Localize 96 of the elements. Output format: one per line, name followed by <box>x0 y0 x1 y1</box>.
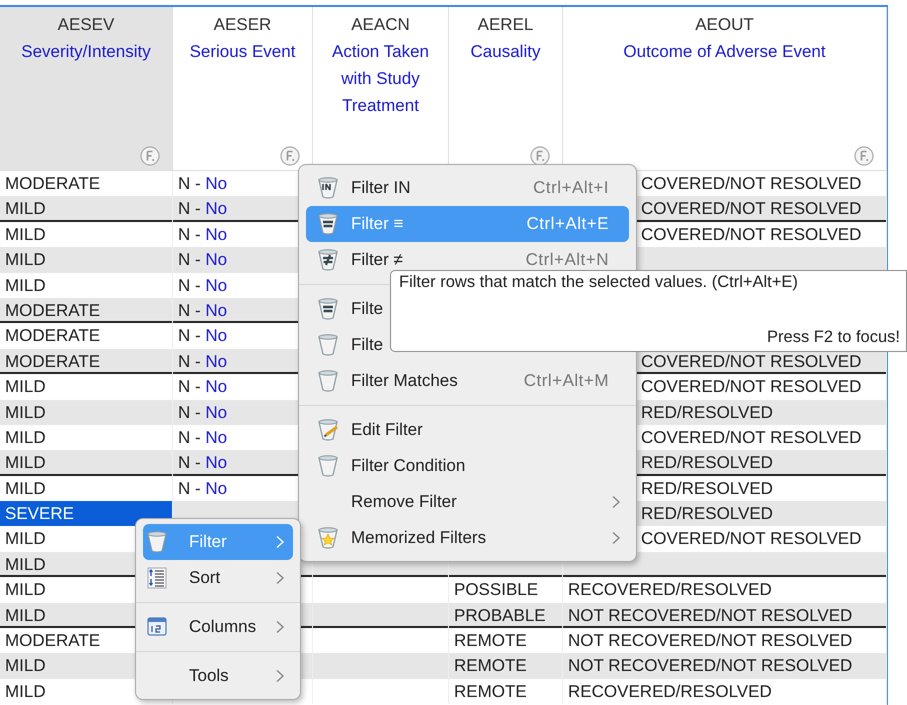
cell-text: N - No <box>178 250 228 270</box>
cell-text: MILD <box>5 199 46 218</box>
cell-text: N - No <box>178 478 228 498</box>
cell-text: POSSIBLE <box>454 580 538 600</box>
column-label: Severity/Intensity <box>21 42 151 61</box>
shortcut-text: Ctrl+Alt+E <box>526 214 609 234</box>
cell-text: COVERED/NOT RESOLVED <box>641 529 862 548</box>
tooltip-hint: Press F2 to focus! <box>767 328 900 347</box>
column-code: AEOUT <box>695 15 754 34</box>
shortcut-text: Ctrl+Alt+I <box>533 178 609 198</box>
cell-text: COVERED/NOT RESOLVED <box>641 352 862 371</box>
filter-icon[interactable] <box>280 146 300 166</box>
column-code: AESEV <box>58 15 114 34</box>
menu-item[interactable]: Filter Matches Ctrl+Alt+M <box>306 363 629 399</box>
column-label: Causality <box>470 42 540 61</box>
menu-item[interactable]: Columns <box>143 609 293 645</box>
cell-text: N - No <box>178 453 228 472</box>
column-header[interactable]: AESEV Severity/Intensity <box>0 7 173 170</box>
cell-text: RECOVERED/RESOLVED <box>568 682 772 701</box>
cell-text: MILD <box>5 453 46 472</box>
cell-text: MILD <box>5 580 46 600</box>
cell-text: N - No <box>178 276 228 295</box>
funnel-cup-icon <box>317 369 339 393</box>
menu-item[interactable]: Edit Filter <box>306 412 629 448</box>
menu-item[interactable]: Memorized Filters <box>306 520 629 556</box>
cell-text: MILD <box>5 402 46 422</box>
cell-text: MILD <box>5 554 46 574</box>
funnel-cup-icon <box>317 212 339 236</box>
cell-text: MILD <box>5 276 46 295</box>
column-label: Serious Event <box>190 42 296 61</box>
filter-icon[interactable] <box>140 146 160 166</box>
cell-text: RED/RESOLVED <box>641 478 773 498</box>
cell-text: COVERED/NOT RESOLVED <box>641 199 862 218</box>
column-label: Outcome of Adverse Event <box>623 42 826 61</box>
cell-text: RECOVERED/RESOLVED <box>568 580 772 600</box>
cell-text: N - No <box>178 300 228 320</box>
cell-text: REMOTE <box>454 682 527 701</box>
funnel-cup-icon <box>317 454 339 478</box>
funnel-cup-icon <box>146 530 168 554</box>
cell-text: PROBABLE <box>454 606 546 625</box>
cell-text: MILD <box>5 250 46 270</box>
cell-text: REMOTE <box>454 656 527 676</box>
cell-text: N - No <box>178 224 228 244</box>
cell-text: MODERATE <box>5 326 100 346</box>
cell-text: N - No <box>178 326 228 346</box>
cell-text: MODERATE <box>5 174 100 193</box>
cell-text: MILD <box>5 529 46 548</box>
cell-text: COVERED/NOT RESOLVED <box>641 174 862 193</box>
cell-text: COVERED/NOT RESOLVED <box>641 428 862 447</box>
cell-text: N - No <box>178 352 228 371</box>
funnel-cup-icon <box>317 176 339 200</box>
shortcut-text: Ctrl+Alt+M <box>524 371 609 391</box>
cell-text: MILD <box>5 656 46 676</box>
cell-text: NOT RECOVERED/NOT RESOLVED <box>568 606 852 625</box>
menu-item[interactable]: Tools <box>143 658 293 694</box>
cell-text: COVERED/NOT RESOLVED <box>641 224 862 244</box>
cell-text: MILD <box>5 377 46 396</box>
funnel-cup-icon <box>317 333 339 357</box>
menu-item[interactable]: Remove Filter <box>306 484 629 520</box>
funnel-cup-icon <box>317 248 339 272</box>
cell-text: NOT RECOVERED/NOT RESOLVED <box>568 656 852 676</box>
cell-text: N - No <box>178 402 228 422</box>
cell-text: N - No <box>178 377 228 396</box>
column-code: AEREL <box>478 15 534 34</box>
column-code: AESER <box>214 15 272 34</box>
table-cell[interactable]: SEVERE <box>0 501 173 526</box>
cell-text: RED/RESOLVED <box>641 402 773 422</box>
cell-text: N - No <box>178 174 228 193</box>
cell-text: MODERATE <box>5 631 100 650</box>
sort-icon <box>146 566 168 590</box>
cell-text: MILD <box>5 224 46 244</box>
filter-icon[interactable] <box>854 146 874 166</box>
cell-text: NOT RECOVERED/NOT RESOLVED <box>568 631 852 650</box>
menu-item[interactable]: Filter IN Ctrl+Alt+I <box>306 170 629 206</box>
menu-item[interactable]: Filter Condition <box>306 448 629 484</box>
cell-text: MODERATE <box>5 352 100 371</box>
column-code: AEACN <box>351 15 410 34</box>
cell-text: RED/RESOLVED <box>641 453 773 472</box>
cell-text: MILD <box>5 682 46 701</box>
shortcut-text: Ctrl+Alt+N <box>526 250 609 270</box>
funnel-cup-icon <box>317 526 339 550</box>
cell-text: RED/RESOLVED <box>641 504 773 524</box>
menu-item[interactable]: Filte <box>306 291 629 327</box>
tooltip-text: Filter rows that match the selected values. (Ctrl+Alt+E) <box>399 273 799 292</box>
funnel-cup-icon <box>317 418 339 442</box>
cell-text: N - No <box>178 428 228 447</box>
cell-text: MILD <box>5 606 46 625</box>
column-label: Action Taken with Study Treatment <box>332 42 430 115</box>
cell-text: N - No <box>178 199 228 218</box>
cell-text: MILD <box>5 478 46 498</box>
cell-text: REMOTE <box>454 631 527 650</box>
cell-text: MODERATE <box>5 300 100 320</box>
cell-text: MILD <box>5 428 46 447</box>
funnel-cup-icon <box>317 297 339 321</box>
cell-text: COVERED/NOT RESOLVED <box>641 377 862 396</box>
menu-item[interactable]: Sort <box>143 560 293 596</box>
